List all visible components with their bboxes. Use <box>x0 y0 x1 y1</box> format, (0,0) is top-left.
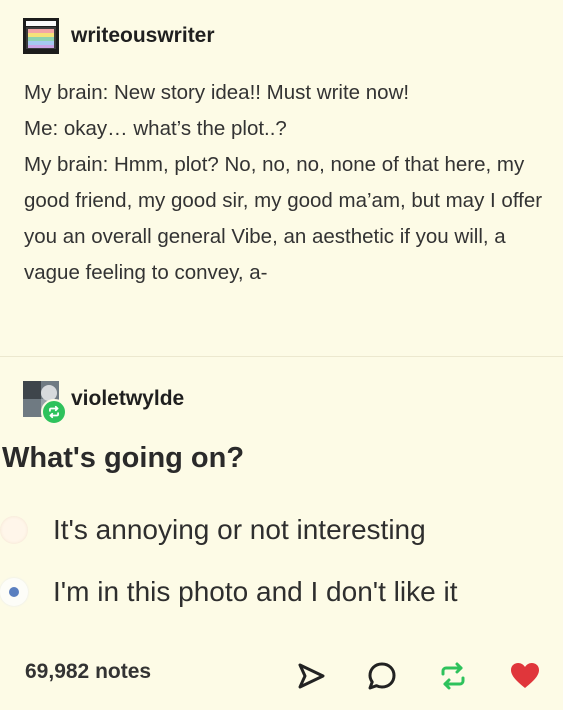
post-line: My brain: Hmm, plot? No, no, no, none of… <box>24 153 543 284</box>
poll-question: What's going on? <box>2 442 245 474</box>
radio-selected[interactable] <box>0 578 28 606</box>
post-divider <box>0 356 563 357</box>
avatar-writeouswriter[interactable] <box>23 18 59 54</box>
poll-option-label: It's annoying or not interesting <box>53 514 426 545</box>
reply-icon[interactable] <box>366 660 398 692</box>
username[interactable]: violetwylde <box>71 387 184 411</box>
radio-unselected[interactable] <box>0 516 28 544</box>
like-icon[interactable] <box>509 660 541 692</box>
poll-option-label: I'm in this photo and I don't like it <box>53 576 458 607</box>
reblog-badge-icon <box>41 399 67 425</box>
post-line: My brain: New story idea!! Must write no… <box>24 81 410 104</box>
notes-count[interactable]: 69,982 notes <box>25 660 151 684</box>
reblog-icon[interactable] <box>437 660 469 692</box>
username[interactable]: writeouswriter <box>71 24 215 48</box>
poll-option[interactable]: I'm in this photo and I don't like it <box>0 576 457 608</box>
post-line: Me: okay… what’s the plot..? <box>24 117 287 140</box>
post-body: My brain: New story idea!! Must write no… <box>24 75 544 291</box>
post-header-violetwylde: violetwylde <box>23 381 184 425</box>
post-header-writeouswriter: writeouswriter <box>23 18 215 54</box>
share-icon[interactable] <box>295 660 327 692</box>
avatar-violetwylde[interactable] <box>23 381 67 425</box>
poll-option[interactable]: It's annoying or not interesting <box>0 514 426 546</box>
